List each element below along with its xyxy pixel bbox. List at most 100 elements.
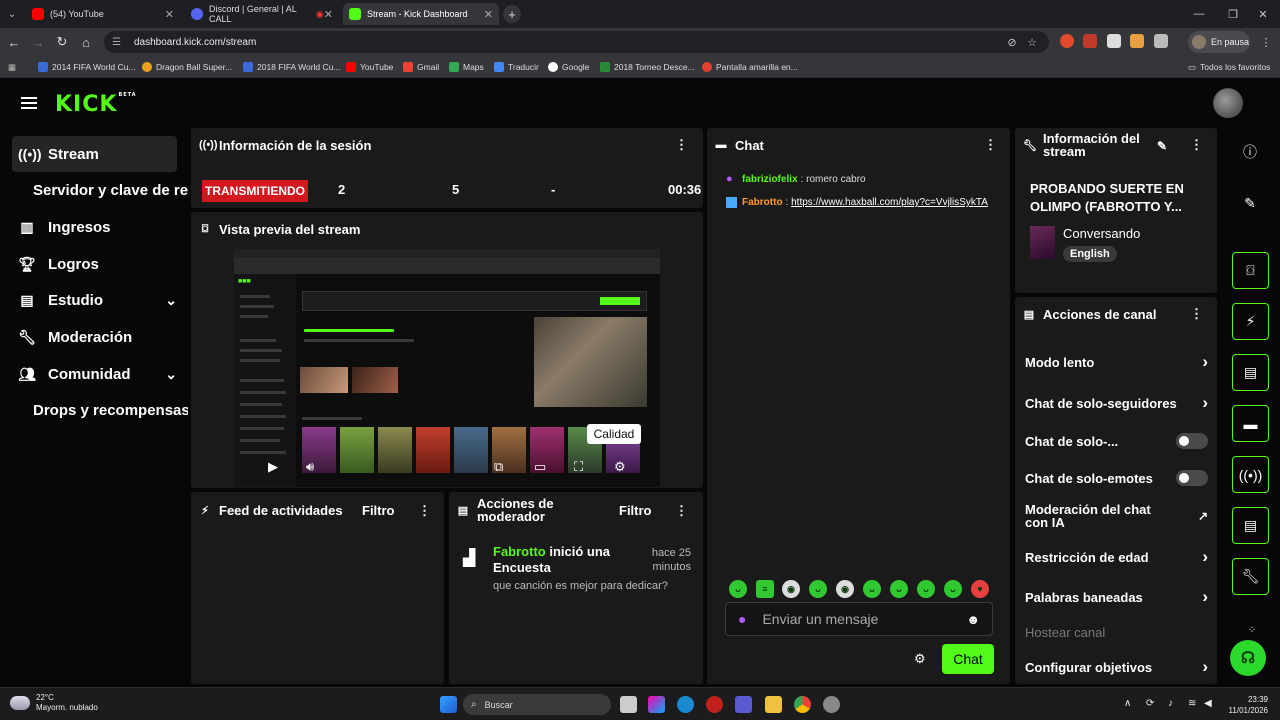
emote-icon[interactable]: ᴗ — [863, 580, 881, 598]
chevron-down-icon[interactable]: ⌄ — [165, 366, 177, 383]
edge-icon[interactable] — [677, 696, 694, 713]
window-close-icon[interactable]: ✕ — [1246, 0, 1280, 28]
bookmark-item[interactable]: Dragon Ball Super... — [142, 60, 232, 74]
support-headset-button[interactable]: ☊ — [1230, 640, 1266, 676]
avatar[interactable] — [1213, 88, 1243, 118]
emote-icon[interactable]: ᴗ — [729, 580, 747, 598]
chrome-icon[interactable] — [794, 696, 811, 713]
emoji-icon[interactable]: ☻ — [966, 612, 980, 627]
menu-hamburger-icon[interactable] — [21, 97, 37, 109]
extension-icon[interactable] — [1083, 34, 1097, 48]
stream-info-toggle-button[interactable]: 🔧︎ — [1232, 558, 1269, 595]
emote-icon[interactable]: ◉ — [836, 580, 854, 598]
weather-widget[interactable]: 22°C Mayorm. nublado — [10, 693, 98, 713]
close-icon[interactable]: ✕ — [484, 8, 493, 21]
activity-toggle-button[interactable]: ⚡︎ — [1232, 303, 1269, 340]
copilot-icon[interactable] — [648, 696, 665, 713]
app-icon[interactable] — [706, 696, 723, 713]
mod-action-user[interactable]: Fabrotto — [493, 544, 546, 559]
apps-grid-icon[interactable]: ▦ — [8, 60, 16, 74]
emotes-only-toggle[interactable] — [1176, 470, 1208, 486]
maximize-icon[interactable]: ❐ — [1216, 0, 1250, 28]
theater-mode-icon[interactable]: ▭ — [534, 459, 546, 475]
emote-icon[interactable]: ᴗ — [890, 580, 908, 598]
microphone-icon[interactable]: ● — [738, 611, 746, 627]
close-icon[interactable]: ✕ — [165, 8, 174, 21]
banned-words-item[interactable]: Palabras baneadas › — [1025, 587, 1208, 607]
bookmark-star-icon[interactable]: ☆ — [1022, 32, 1042, 52]
eye-off-icon[interactable]: ⊘ — [1002, 32, 1022, 52]
back-icon[interactable]: ← — [4, 32, 24, 52]
bookmark-item[interactable]: Traducir — [494, 60, 539, 74]
kick-logo[interactable]: KICKBETA — [55, 92, 137, 117]
kebab-menu-icon[interactable]: ⋮ — [675, 138, 688, 151]
filter-button[interactable]: Filtro — [619, 503, 652, 518]
settings-gear-icon[interactable]: ⚙ — [614, 459, 626, 475]
picture-in-picture-icon[interactable]: ⧉ — [494, 459, 503, 475]
kebab-menu-icon[interactable]: ⋮ — [1190, 138, 1203, 151]
subs-only-toggle[interactable] — [1176, 433, 1208, 449]
task-view-icon[interactable] — [620, 696, 637, 713]
wifi-icon[interactable]: ≋ — [1188, 698, 1196, 709]
app-icon[interactable] — [823, 696, 840, 713]
tab-kick-dashboard[interactable]: Stream - Kick Dashboard ✕ — [343, 3, 499, 25]
tray-app-icon[interactable]: ⟳ — [1146, 698, 1154, 709]
info-icon[interactable]: ⓘ — [1240, 142, 1260, 162]
bookmark-item[interactable]: Gmail — [403, 60, 439, 74]
chat-link[interactable]: https://www.haxball.com/play?c=VvjlisSyk… — [791, 197, 988, 208]
sidebar-item-logros[interactable]: 🏆︎ Logros — [12, 246, 177, 282]
sidebar-item-stream-key[interactable]: Servidor y clave de retransmisión — [33, 182, 188, 199]
tab-search-icon[interactable]: ⌄ — [0, 0, 24, 28]
extension-icon[interactable] — [1060, 34, 1074, 48]
all-bookmarks-folder[interactable]: ▭ Todos los favoritos — [1188, 60, 1270, 74]
emote-icon[interactable]: ◉ — [782, 580, 800, 598]
tray-chevron-icon[interactable]: ∧ — [1124, 698, 1131, 709]
windows-start-icon[interactable] — [440, 696, 457, 713]
preview-toggle-button[interactable]: ⌼ — [1232, 252, 1269, 289]
chat-send-button[interactable]: Chat — [942, 644, 994, 674]
teams-icon[interactable] — [735, 696, 752, 713]
bookmark-item[interactable]: Pantalla amarilla en... — [702, 60, 798, 74]
session-toggle-button[interactable]: ((•)) — [1232, 456, 1269, 493]
fullscreen-icon[interactable]: ⛶ — [574, 459, 583, 475]
chevron-down-icon[interactable]: ⌄ — [165, 292, 177, 309]
speaker-icon[interactable]: ◀ — [1204, 698, 1212, 709]
extension-icon[interactable] — [1130, 34, 1144, 48]
extensions-puzzle-icon[interactable] — [1154, 34, 1168, 48]
sidebar-item-moderacion[interactable]: 🔧︎ Moderación — [12, 319, 177, 355]
set-goals-item[interactable]: Configurar objetivos › — [1025, 657, 1208, 677]
dots-icon[interactable]: ⁘ — [1242, 620, 1262, 640]
sidebar-item-estudio[interactable]: ▤ Estudio ⌄ — [12, 282, 177, 318]
emote-icon[interactable]: ᴗ — [944, 580, 962, 598]
kebab-menu-icon[interactable]: ⋮ — [984, 138, 997, 151]
kebab-menu-icon[interactable]: ⋮ — [675, 504, 688, 517]
home-icon[interactable]: ⌂ — [76, 32, 96, 52]
sidebar-item-comunidad[interactable]: 👥︎ Comunidad ⌄ — [12, 356, 177, 392]
chat-username[interactable]: Fabrotto — [742, 197, 783, 208]
minimize-icon[interactable]: — — [1182, 0, 1216, 28]
bookmark-item[interactable]: YouTube — [346, 60, 393, 74]
stream-preview-video[interactable]: ■■■ ▶ 🔊︎ ⧉ ▭ ⛶ ⚙ — [234, 249, 660, 487]
bookmark-item[interactable]: Google — [548, 60, 589, 74]
tab-youtube[interactable]: (54) YouTube ✕ — [26, 3, 180, 25]
tab-discord[interactable]: Discord | General | AL CALL ◉ ✕ — [185, 3, 339, 25]
channel-actions-toggle-button[interactable]: ▤ — [1232, 507, 1269, 544]
mod-actions-toggle-button[interactable]: ▤ — [1232, 354, 1269, 391]
emote-icon[interactable]: ♥ — [971, 580, 989, 598]
reload-icon[interactable]: ↻ — [52, 32, 72, 52]
forward-icon[interactable]: → — [28, 32, 48, 52]
ai-moderation-item[interactable]: Moderación del chat con IA ↗ — [1025, 502, 1208, 530]
sidebar-item-drops[interactable]: Drops y recompensas — [33, 402, 188, 419]
kebab-menu-icon[interactable]: ⋮ — [418, 504, 431, 517]
slow-mode-item[interactable]: Modo lento › — [1025, 352, 1208, 372]
bookmark-item[interactable]: Maps — [449, 60, 484, 74]
emote-icon[interactable]: ≡ — [756, 580, 774, 598]
microphone-icon[interactable]: ♪ — [1168, 698, 1173, 709]
volume-icon[interactable]: 🔊︎ — [306, 459, 314, 475]
chat-settings-gear-icon[interactable]: ⚙ — [914, 651, 926, 667]
kebab-menu-icon[interactable]: ⋮ — [1190, 307, 1203, 320]
age-restriction-item[interactable]: Restricción de edad › — [1025, 547, 1208, 567]
extension-icon[interactable] — [1107, 34, 1121, 48]
taskbar-search[interactable]: ⌕ Buscar — [463, 694, 611, 715]
close-icon[interactable]: ✕ — [324, 8, 333, 21]
